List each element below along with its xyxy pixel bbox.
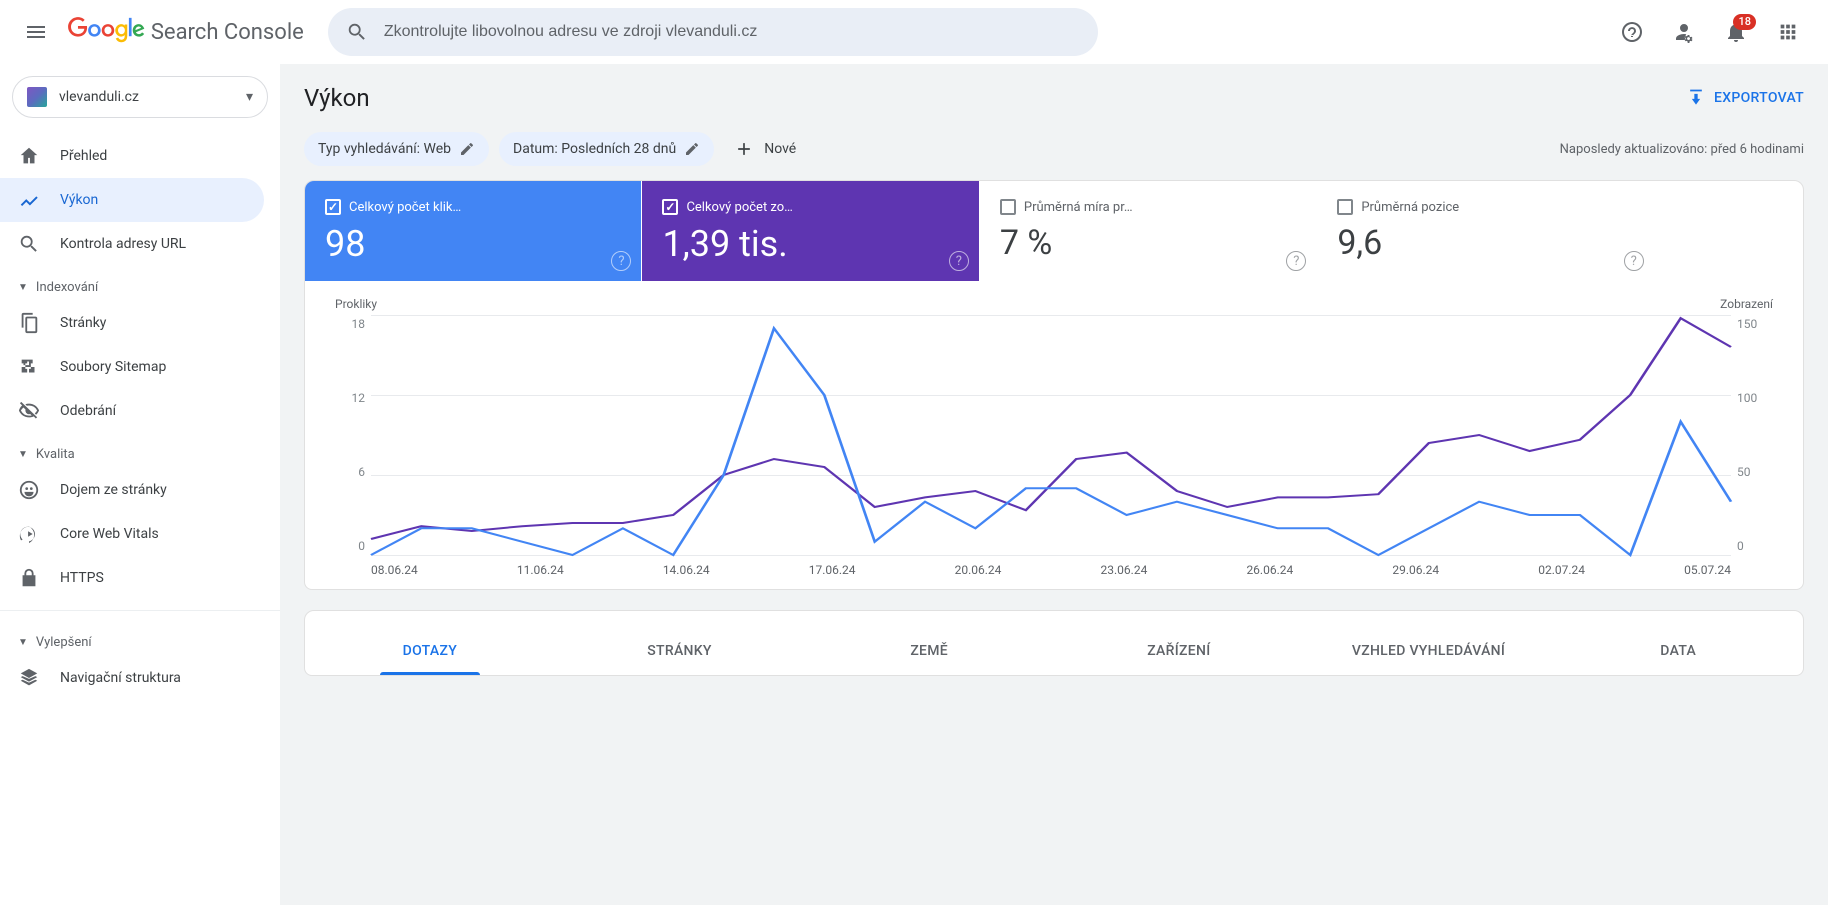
filter-search-type[interactable]: Typ vyhledávání: Web [304, 132, 489, 166]
help-icon[interactable]: ? [611, 251, 631, 271]
y-axis-left-title: Prokliky [335, 297, 377, 311]
help-icon[interactable] [1608, 8, 1656, 56]
metric-position-value: 9,6 [1337, 223, 1633, 263]
product-logo[interactable]: Search Console [68, 17, 304, 47]
notifications-icon[interactable]: 18 [1712, 8, 1760, 56]
visibility-off-icon [18, 400, 40, 422]
tab-dates[interactable]: DATA [1553, 631, 1803, 675]
tab-pages[interactable]: STRÁNKY [555, 631, 805, 675]
help-icon[interactable]: ? [1286, 251, 1306, 271]
chevron-down-icon: ▾ [246, 89, 253, 105]
edit-icon [459, 141, 475, 157]
help-icon[interactable]: ? [949, 251, 969, 271]
metrics-row: ✓Celkový počet klik… 98 ? ✓Celkový počet… [305, 181, 1803, 281]
page-title: Výkon [304, 84, 370, 112]
metric-clicks[interactable]: ✓Celkový počet klik… 98 ? [305, 181, 642, 281]
product-name: Search Console [151, 20, 304, 45]
search-icon [346, 21, 368, 43]
menu-icon[interactable] [12, 8, 60, 56]
pages-icon [18, 312, 40, 334]
y-axis-right-ticks: 150 100 50 0 [1731, 315, 1773, 555]
performance-card: ✓Celkový počet klik… 98 ? ✓Celkový počet… [304, 180, 1804, 590]
tab-search-appearance[interactable]: VZHLED VYHLEDÁVÁNÍ [1304, 631, 1554, 675]
metric-clicks-value: 98 [325, 223, 621, 265]
checkbox-checked-icon: ✓ [662, 199, 678, 215]
metric-position[interactable]: Průměrná pozice 9,6 ? [1317, 181, 1654, 281]
tab-countries[interactable]: ZEMĚ [804, 631, 1054, 675]
filter-date-range[interactable]: Datum: Posledních 28 dnů [499, 132, 714, 166]
sidebar-item-sitemaps[interactable]: Soubory Sitemap [0, 345, 264, 389]
edit-icon [684, 141, 700, 157]
checkbox-checked-icon: ✓ [325, 199, 341, 215]
dimensions-card: DOTAZY STRÁNKY ZEMĚ ZAŘÍZENÍ VZHLED VYHL… [304, 610, 1804, 676]
trend-icon [18, 189, 40, 211]
add-filter-button[interactable]: Nové [724, 132, 806, 166]
x-axis-ticks: 08.06.24 11.06.24 14.06.24 17.06.24 20.0… [335, 555, 1773, 581]
lock-icon [18, 567, 40, 589]
url-search-bar[interactable] [328, 8, 1098, 56]
metric-ctr[interactable]: Průměrná míra pr… 7 % ? [980, 181, 1317, 281]
section-quality[interactable]: ▼Kvalita [0, 433, 280, 468]
url-search-input[interactable] [384, 23, 1080, 41]
chart-plot-area[interactable] [371, 315, 1731, 555]
google-logo-icon [68, 17, 145, 47]
plus-icon [734, 139, 754, 159]
sidebar-item-removals[interactable]: Odebrání [0, 389, 264, 433]
speed-icon [18, 523, 40, 545]
sidebar-item-url-inspect[interactable]: Kontrola adresy URL [0, 222, 264, 266]
metric-ctr-value: 7 % [1000, 223, 1296, 263]
users-settings-icon[interactable] [1660, 8, 1708, 56]
chart-area: Prokliky Zobrazení 18 12 6 0 [305, 281, 1803, 589]
y-axis-right-title: Zobrazení [1720, 297, 1773, 311]
home-icon [18, 145, 40, 167]
help-icon[interactable]: ? [1624, 251, 1644, 271]
main-content: Výkon EXPORTOVAT Typ vyhledávání: Web Da… [280, 64, 1828, 905]
sitemap-icon [18, 356, 40, 378]
property-name: vlevanduli.cz [59, 89, 139, 105]
app-header: Search Console 18 [0, 0, 1828, 64]
sidebar-item-page-experience[interactable]: Dojem ze stránky [0, 468, 264, 512]
y-axis-left-ticks: 18 12 6 0 [335, 315, 371, 555]
checkbox-unchecked-icon [1337, 199, 1353, 215]
sidebar: vlevanduli.cz ▾ Přehled Výkon Kontrola a… [0, 64, 280, 905]
metric-impressions[interactable]: ✓Celkový počet zo… 1,39 tis. ? [642, 181, 979, 281]
checkbox-unchecked-icon [1000, 199, 1016, 215]
sidebar-item-pages[interactable]: Stránky [0, 301, 264, 345]
sidebar-item-https[interactable]: HTTPS [0, 556, 264, 600]
metric-impressions-value: 1,39 tis. [662, 223, 958, 265]
notifications-count-badge: 18 [1733, 14, 1756, 30]
last-updated-text: Naposledy aktualizováno: před 6 hodinami [1560, 142, 1804, 157]
smile-icon [18, 479, 40, 501]
chart-svg [371, 315, 1731, 555]
export-button[interactable]: EXPORTOVAT [1686, 88, 1804, 108]
search-icon [18, 233, 40, 255]
dimension-tabs: DOTAZY STRÁNKY ZEMĚ ZAŘÍZENÍ VZHLED VYHL… [305, 611, 1803, 675]
property-favicon [27, 87, 47, 107]
sidebar-item-overview[interactable]: Přehled [0, 134, 264, 178]
tab-queries[interactable]: DOTAZY [305, 631, 555, 675]
apps-grid-icon[interactable] [1764, 8, 1812, 56]
sidebar-item-nav-structure[interactable]: Navigační struktura [0, 656, 264, 700]
layers-icon [18, 667, 40, 689]
tab-devices[interactable]: ZAŘÍZENÍ [1054, 631, 1304, 675]
section-indexing[interactable]: ▼Indexování [0, 266, 280, 301]
section-enhancements[interactable]: ▼Vylepšení [0, 621, 280, 656]
download-icon [1686, 88, 1706, 108]
sidebar-item-cwv[interactable]: Core Web Vitals [0, 512, 264, 556]
sidebar-item-performance[interactable]: Výkon [0, 178, 264, 222]
property-selector[interactable]: vlevanduli.cz ▾ [12, 76, 268, 118]
filter-row: Typ vyhledávání: Web Datum: Posledních 2… [280, 126, 1828, 180]
